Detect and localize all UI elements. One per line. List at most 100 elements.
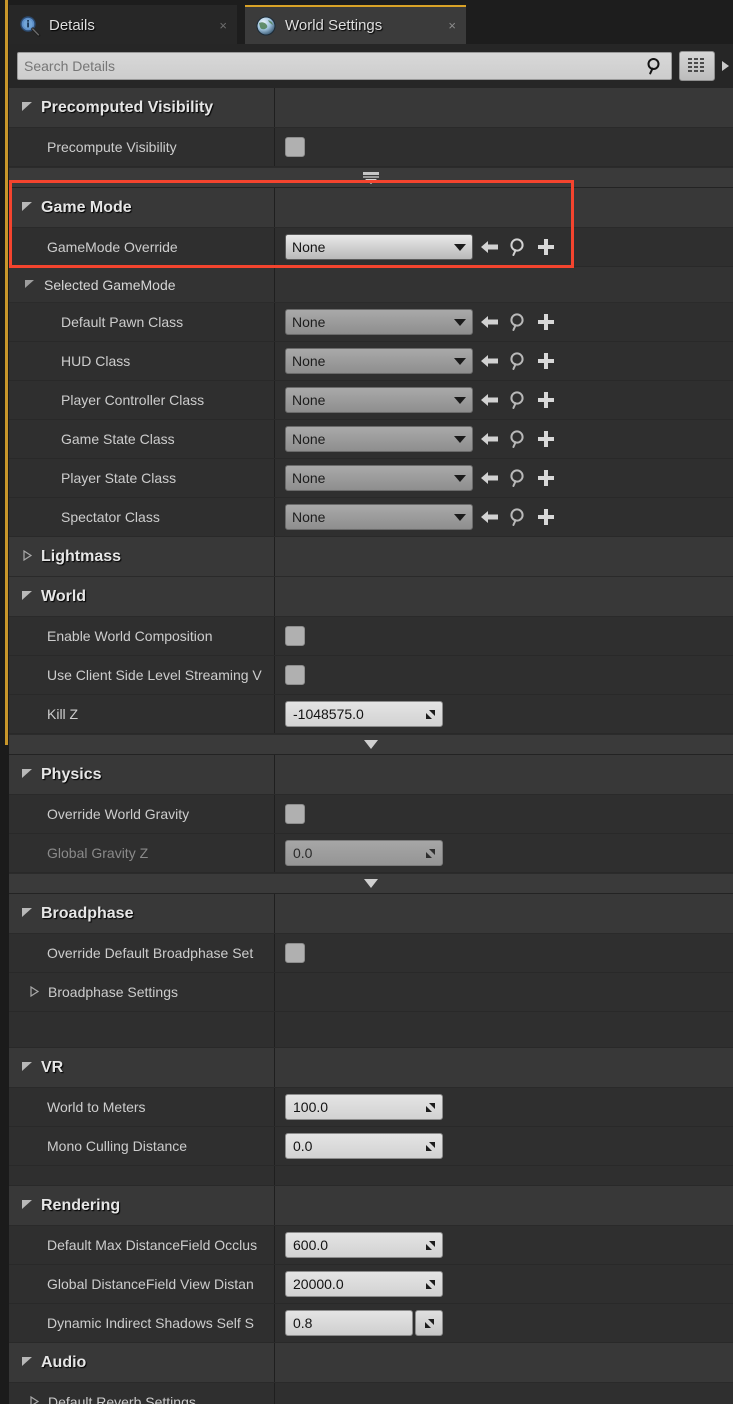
dropdown-default-pawn-class[interactable]: None <box>285 309 473 335</box>
browse-icon[interactable] <box>507 428 529 450</box>
row-override-default-broadphase-settings[interactable]: Override Default Broadphase Set <box>9 934 733 973</box>
row-default-max-distancefield-occlusion[interactable]: Default Max DistanceField Occlus 600.0 <box>9 1226 733 1265</box>
use-selected-icon[interactable] <box>535 236 557 258</box>
row-dynamic-indirect-shadows-self-shadowing[interactable]: Dynamic Indirect Shadows Self S 0.8 <box>9 1304 733 1343</box>
chevron-right-icon[interactable] <box>719 51 731 81</box>
back-arrow-icon[interactable] <box>479 311 501 333</box>
row-mono-culling-distance[interactable]: Mono Culling Distance 0.0 <box>9 1127 733 1166</box>
dropdown-spectator-class[interactable]: None <box>285 504 473 530</box>
spinner-icon[interactable] <box>423 707 438 722</box>
use-selected-icon[interactable] <box>535 311 557 333</box>
use-selected-icon[interactable] <box>535 467 557 489</box>
slider-input-dynamic-indirect-shadows[interactable]: 0.8 <box>285 1310 443 1336</box>
row-default-pawn-class[interactable]: Default Pawn Class None <box>9 303 733 342</box>
row-enable-world-composition[interactable]: Enable World Composition <box>9 617 733 656</box>
browse-icon[interactable] <box>507 467 529 489</box>
search-placeholder: Search Details <box>24 58 116 74</box>
subgroup-label: Selected GameMode <box>44 276 176 293</box>
category-broadphase[interactable]: Broadphase <box>9 894 733 934</box>
spinner-icon[interactable] <box>423 1100 438 1115</box>
property-label: Default Max DistanceField Occlus <box>47 1237 258 1253</box>
category-label: Audio <box>41 1353 87 1371</box>
category-rendering[interactable]: Rendering <box>9 1186 733 1226</box>
tab-world-settings[interactable]: World Settings × <box>245 5 466 44</box>
number-input-global-distancefield-view-distance[interactable]: 20000.0 <box>285 1271 443 1297</box>
section-collapse-handle[interactable] <box>9 873 733 894</box>
property-label: Precompute Visibility <box>47 139 177 155</box>
dropdown-game-state-class[interactable]: None <box>285 426 473 452</box>
back-arrow-icon[interactable] <box>479 236 501 258</box>
row-spectator-class[interactable]: Spectator Class None <box>9 498 733 537</box>
dropdown-gamemode-override[interactable]: None <box>285 234 473 260</box>
checkbox-use-client-side-level-streaming[interactable] <box>285 665 305 685</box>
property-label: Default Reverb Settings <box>48 1394 196 1404</box>
row-world-to-meters[interactable]: World to Meters 100.0 <box>9 1088 733 1127</box>
section-collapse-handle[interactable] <box>9 734 733 755</box>
row-override-world-gravity[interactable]: Override World Gravity <box>9 795 733 834</box>
row-global-gravity-z: Global Gravity Z 0.0 <box>9 834 733 873</box>
collapsed-triangle-icon[interactable] <box>29 984 42 1000</box>
browse-icon[interactable] <box>507 350 529 372</box>
checkbox-override-world-gravity[interactable] <box>285 804 305 824</box>
dropdown-player-state-class[interactable]: None <box>285 465 473 491</box>
use-selected-icon[interactable] <box>535 506 557 528</box>
spinner-icon[interactable] <box>423 1277 438 1292</box>
row-player-controller-class[interactable]: Player Controller Class None <box>9 381 733 420</box>
column-grid-icon[interactable] <box>679 51 715 81</box>
number-input-kill-z[interactable]: -1048575.0 <box>285 701 443 727</box>
property-label: Player Controller Class <box>61 392 205 408</box>
row-kill-z[interactable]: Kill Z -1048575.0 <box>9 695 733 734</box>
category-audio[interactable]: Audio <box>9 1343 733 1383</box>
use-selected-icon[interactable] <box>535 350 557 372</box>
row-use-client-side-level-streaming[interactable]: Use Client Side Level Streaming V <box>9 656 733 695</box>
tab-details-close-icon[interactable]: × <box>203 19 237 32</box>
row-gamemode-override[interactable]: GameMode Override None <box>9 228 733 267</box>
spinner-icon[interactable] <box>415 1310 443 1336</box>
chevron-down-icon <box>454 513 466 521</box>
back-arrow-icon[interactable] <box>479 467 501 489</box>
property-label: Default Pawn Class <box>61 314 184 330</box>
use-selected-icon[interactable] <box>535 389 557 411</box>
back-arrow-icon[interactable] <box>479 350 501 372</box>
section-collapse-handle[interactable] <box>9 167 733 188</box>
spinner-icon[interactable] <box>423 1238 438 1253</box>
category-lightmass[interactable]: Lightmass <box>9 537 733 577</box>
search-input[interactable]: Search Details <box>17 52 672 80</box>
category-world[interactable]: World <box>9 577 733 617</box>
row-player-state-class[interactable]: Player State Class None <box>9 459 733 498</box>
number-input-world-to-meters[interactable]: 100.0 <box>285 1094 443 1120</box>
spinner-icon[interactable] <box>423 1139 438 1154</box>
category-physics[interactable]: Physics <box>9 755 733 795</box>
number-input-mono-culling-distance[interactable]: 0.0 <box>285 1133 443 1159</box>
property-list[interactable]: Precomputed Visibility Precompute Visibi… <box>9 88 733 1404</box>
number-input-default-max-distancefield-occlusion[interactable]: 600.0 <box>285 1232 443 1258</box>
expanded-triangle-icon <box>22 1197 37 1215</box>
category-game-mode[interactable]: Game Mode <box>9 188 733 228</box>
back-arrow-icon[interactable] <box>479 428 501 450</box>
row-precompute-visibility[interactable]: Precompute Visibility <box>9 128 733 167</box>
dropdown-player-controller-class[interactable]: None <box>285 387 473 413</box>
checkbox-override-default-broadphase-settings[interactable] <box>285 943 305 963</box>
back-arrow-icon[interactable] <box>479 389 501 411</box>
browse-icon[interactable] <box>507 311 529 333</box>
subgroup-selected-gamemode[interactable]: Selected GameMode <box>9 267 733 303</box>
browse-icon[interactable] <box>507 389 529 411</box>
checkbox-enable-world-composition[interactable] <box>285 626 305 646</box>
slider-track[interactable]: 0.8 <box>285 1310 413 1336</box>
row-hud-class[interactable]: HUD Class None <box>9 342 733 381</box>
tab-details[interactable]: Details × <box>9 5 237 44</box>
category-vr[interactable]: VR <box>9 1048 733 1088</box>
browse-icon[interactable] <box>507 506 529 528</box>
tab-world-settings-close-icon[interactable]: × <box>432 19 466 32</box>
browse-icon[interactable] <box>507 236 529 258</box>
row-global-distancefield-view-distance[interactable]: Global DistanceField View Distan 20000.0 <box>9 1265 733 1304</box>
collapsed-triangle-icon[interactable] <box>29 1394 42 1404</box>
row-broadphase-settings[interactable]: Broadphase Settings <box>9 973 733 1012</box>
use-selected-icon[interactable] <box>535 428 557 450</box>
dropdown-hud-class[interactable]: None <box>285 348 473 374</box>
checkbox-precompute-visibility[interactable] <box>285 137 305 157</box>
row-game-state-class[interactable]: Game State Class None <box>9 420 733 459</box>
row-default-reverb-settings[interactable]: Default Reverb Settings <box>9 1383 733 1404</box>
back-arrow-icon[interactable] <box>479 506 501 528</box>
category-precomputed-visibility[interactable]: Precomputed Visibility <box>9 88 733 128</box>
